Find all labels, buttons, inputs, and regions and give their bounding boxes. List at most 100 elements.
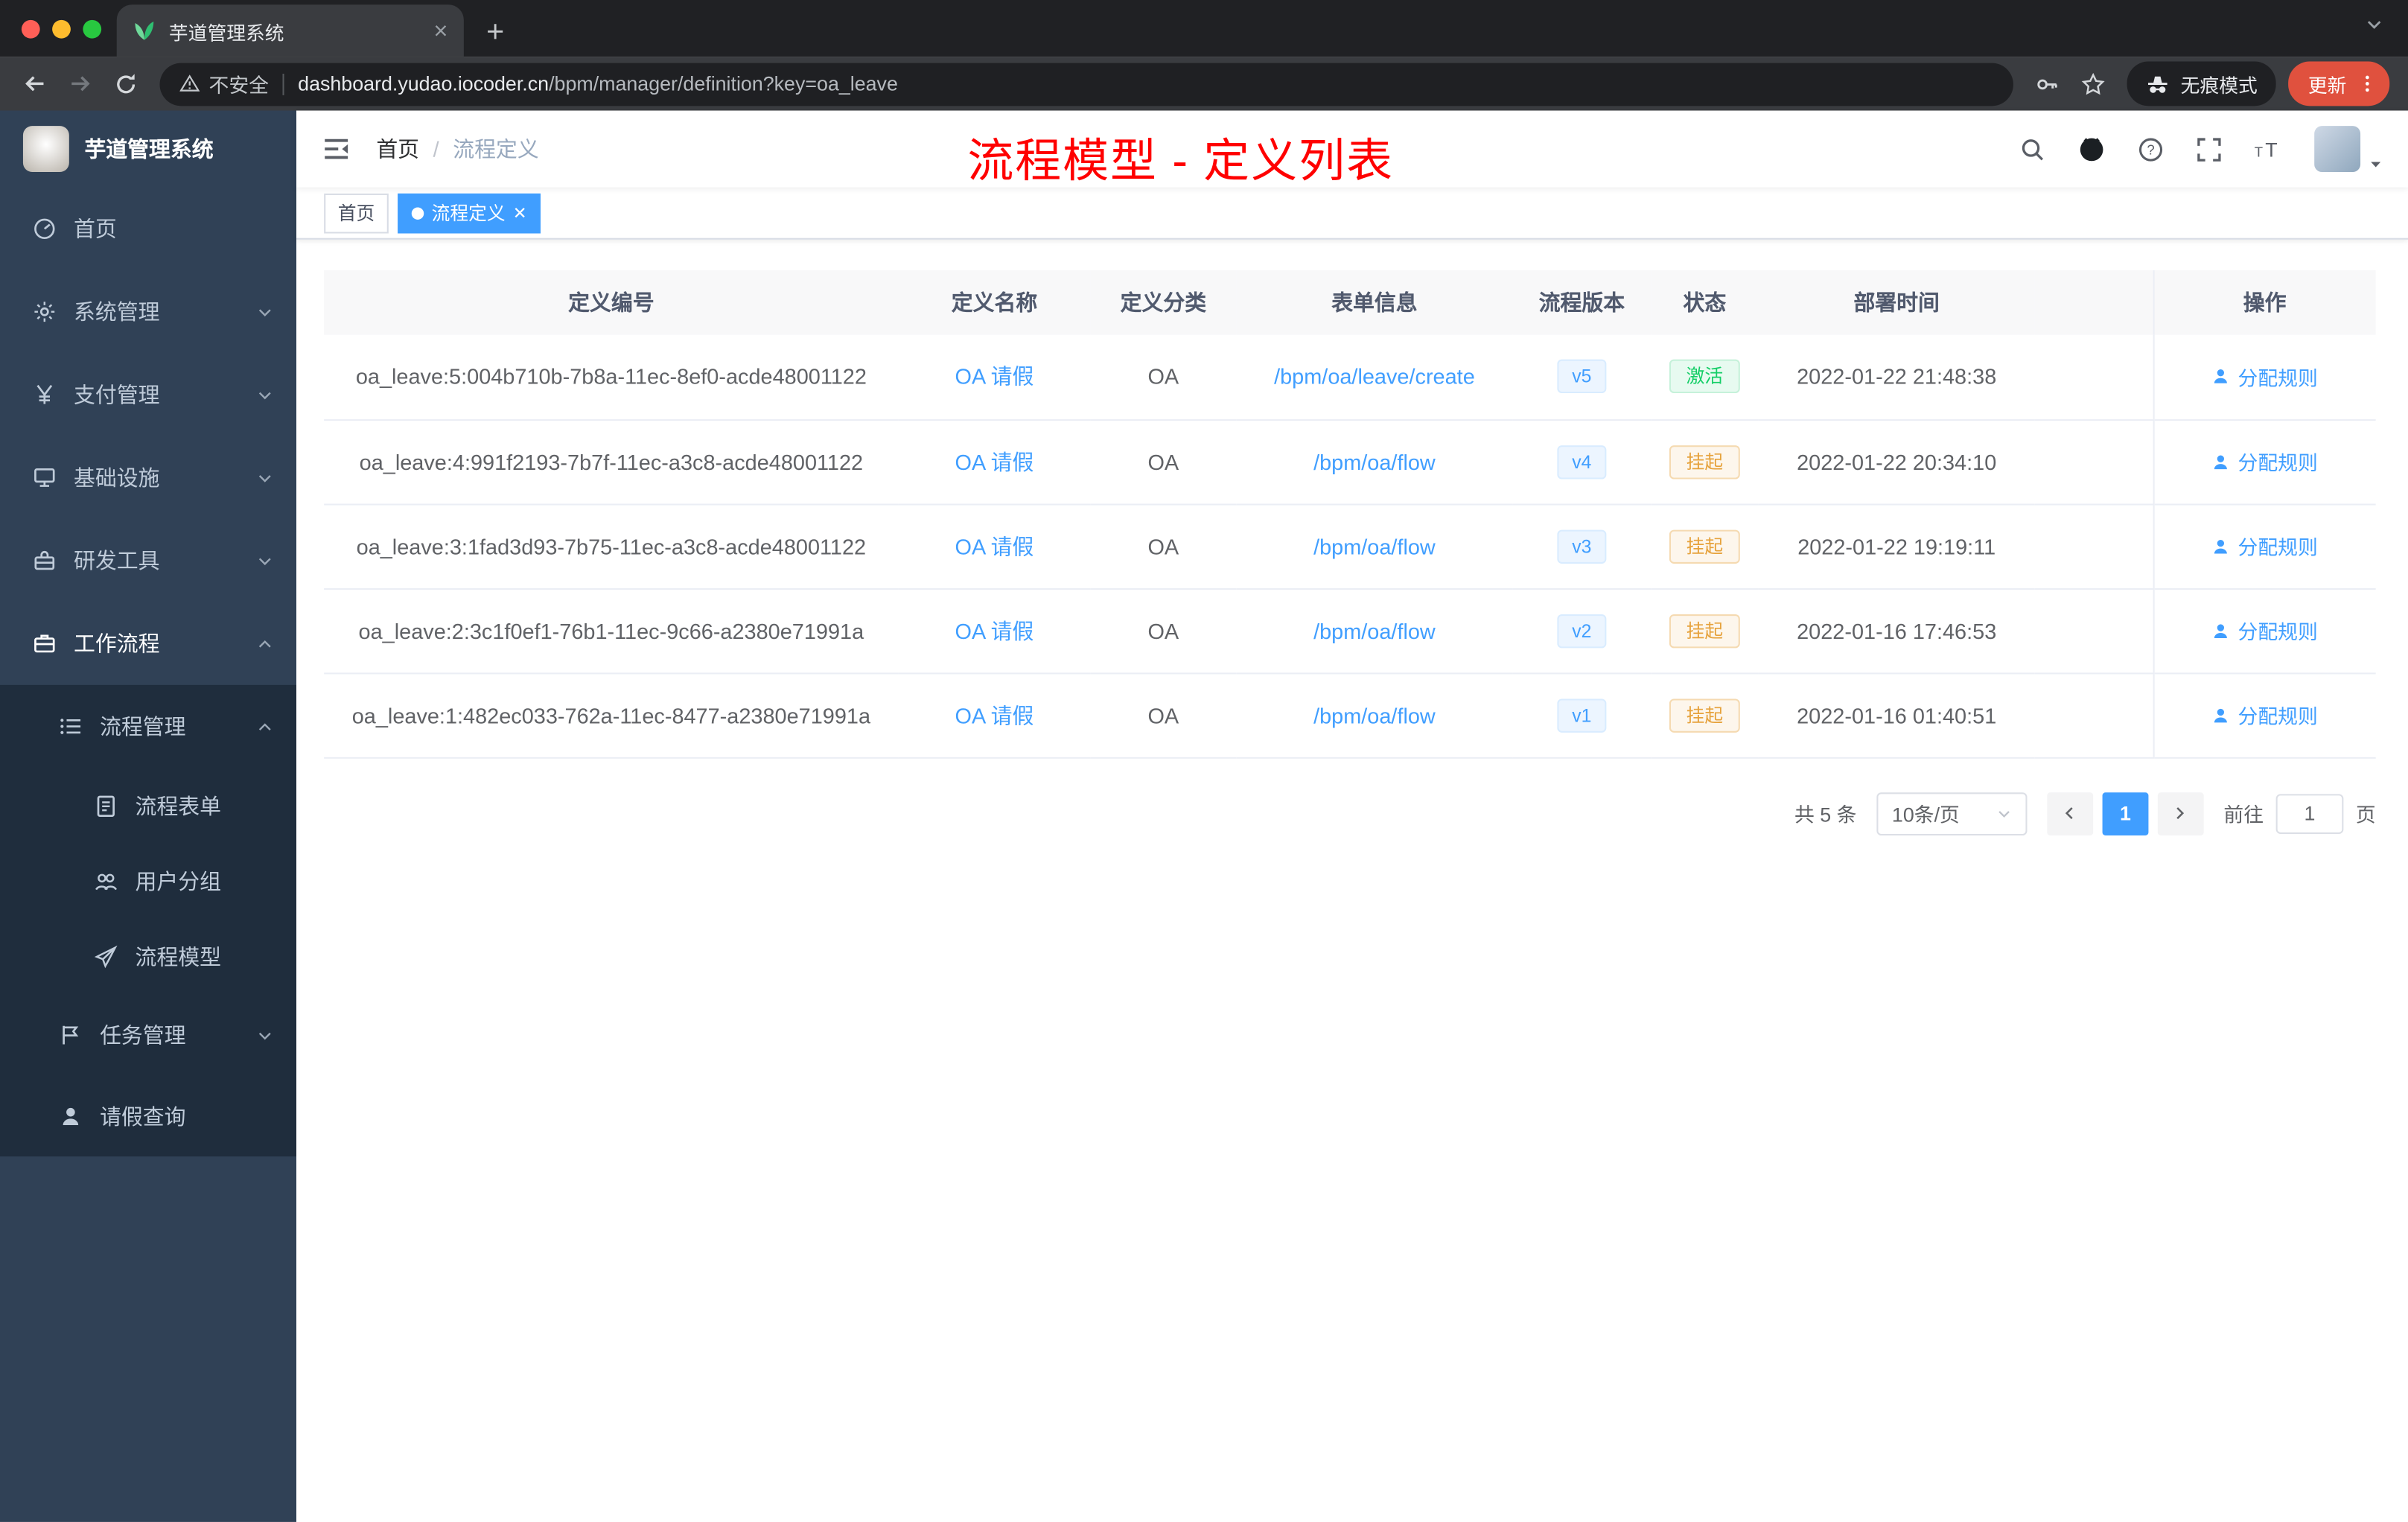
sidebar-item-workflow[interactable]: 工作流程 — [0, 602, 296, 685]
sidebar-item-process-management[interactable]: 流程管理 — [0, 685, 296, 768]
sidebar-item-label: 基础设施 — [74, 465, 160, 490]
person-icon — [2214, 538, 2228, 553]
bookmark-star-icon[interactable] — [2071, 63, 2115, 106]
cell-operations: 分配规则 — [2152, 672, 2376, 758]
avatar-dropdown[interactable] — [2314, 126, 2383, 172]
tag-label: 首页 — [337, 203, 375, 225]
sidebar-item-infrastructure[interactable]: 基础设施 — [0, 436, 296, 519]
sidebar-item-leave-query[interactable]: 请假查询 — [0, 1077, 296, 1156]
paper-plane-icon — [94, 944, 118, 968]
github-icon — [2080, 138, 2103, 162]
font-size-button[interactable]: T T — [2255, 136, 2282, 162]
table-row: oa_leave:1:482ec033-762a-11ec-8477-a2380… — [324, 672, 2376, 758]
sidebar-toggle-button[interactable] — [321, 133, 351, 164]
window-close-button[interactable] — [21, 19, 40, 39]
tag-process-definition[interactable]: 流程定义 — [398, 192, 541, 233]
cell-definition-id: oa_leave:5:004b710b-7b8a-11ec-8ef0-acde4… — [324, 334, 899, 421]
sidebar-item-system-management[interactable]: 系统管理 — [0, 270, 296, 353]
new-tab-button[interactable] — [473, 9, 516, 52]
definition-name-link[interactable]: OA 请假 — [955, 364, 1033, 389]
briefcase-icon — [34, 634, 55, 653]
forward-button[interactable] — [58, 63, 101, 106]
svg-text:T: T — [2265, 138, 2277, 160]
hamburger-icon — [325, 138, 348, 159]
definition-name-link[interactable]: OA 请假 — [955, 703, 1033, 727]
page-unit-label: 页 — [2355, 803, 2376, 827]
cell-status: 挂起 — [1651, 588, 1759, 674]
site-favicon — [135, 21, 154, 40]
assign-rule-link[interactable]: 分配规则 — [2211, 447, 2318, 476]
screen: 芋道管理系统 不安全 dashboard.yudao.iocoder.cn/bp… — [0, 0, 2408, 1522]
assign-rule-link[interactable]: 分配规则 — [2211, 532, 2318, 561]
next-page-button[interactable] — [2157, 792, 2204, 835]
window-zoom-button[interactable] — [83, 19, 102, 39]
sidebar-item-process-form[interactable]: 流程表单 — [0, 768, 296, 843]
sidebar-item-home[interactable]: 首页 — [0, 188, 296, 270]
version-badge: v1 — [1556, 698, 1608, 732]
cell-status: 挂起 — [1651, 672, 1759, 758]
breadcrumb: 首页 / 流程定义 — [376, 133, 538, 164]
cell-version: v2 — [1512, 588, 1651, 674]
tab-close-icon[interactable] — [433, 23, 449, 39]
chevron-left-icon — [2065, 807, 2074, 820]
security-indicator[interactable]: 不安全 — [179, 69, 269, 98]
window-controls — [21, 19, 102, 39]
sidebar-item-task-management[interactable]: 任务管理 — [0, 993, 296, 1076]
update-label: 更新 — [2307, 75, 2347, 97]
fullscreen-button[interactable] — [2196, 136, 2222, 162]
address-bar[interactable]: 不安全 dashboard.yudao.iocoder.cn/bpm/manag… — [159, 62, 2013, 106]
cell-definition-name: OA 请假 — [898, 503, 1091, 589]
form-info-link[interactable]: /bpm/oa/flow — [1313, 618, 1436, 643]
tab-search-button[interactable] — [2365, 14, 2383, 42]
app-logo-row[interactable]: 芋道管理系统 — [0, 111, 296, 188]
definition-name-link[interactable]: OA 请假 — [955, 618, 1033, 643]
reload-button[interactable] — [104, 63, 147, 106]
sidebar-item-payment-management[interactable]: 支付管理 — [0, 353, 296, 436]
prev-page-button[interactable] — [2047, 792, 2094, 835]
fullscreen-icon — [2197, 137, 2221, 161]
cell-deploy-time: 2022-01-22 20:34:10 — [1758, 419, 2035, 505]
form-info-link[interactable]: /bpm/oa/leave/create — [1274, 364, 1475, 389]
page-number-button[interactable]: 1 — [2102, 792, 2149, 835]
goto-page-input[interactable] — [2275, 793, 2344, 833]
more-vert-icon[interactable] — [2357, 74, 2377, 94]
sidebar-item-user-group[interactable]: 用户分组 — [0, 843, 296, 918]
form-info-link[interactable]: /bpm/oa/flow — [1313, 534, 1436, 558]
cell-definition-id: oa_leave:4:991f2193-7b7f-11ec-a3c8-acde4… — [324, 419, 899, 505]
search-button[interactable] — [2019, 136, 2045, 162]
password-key-icon[interactable] — [2025, 63, 2068, 106]
github-link[interactable] — [2078, 136, 2106, 163]
form-info-link[interactable]: /bpm/oa/flow — [1313, 703, 1436, 727]
version-badge: v2 — [1556, 613, 1608, 648]
form-info-link[interactable]: /bpm/oa/flow — [1313, 449, 1436, 474]
cell-definition-id: oa_leave:1:482ec033-762a-11ec-8477-a2380… — [324, 672, 899, 758]
cell-category: OA — [1090, 503, 1237, 589]
cell-filler — [2034, 672, 2153, 758]
col-definition-name: 定义名称 — [898, 270, 1091, 335]
sidebar-item-label: 流程模型 — [135, 943, 222, 969]
back-button[interactable] — [13, 63, 56, 106]
assign-rule-link[interactable]: 分配规则 — [2211, 362, 2318, 391]
cell-category: OA — [1090, 588, 1237, 674]
page-size-select[interactable]: 10条/页 — [1876, 792, 2028, 835]
assign-rule-link[interactable]: 分配规则 — [2211, 701, 2318, 730]
cell-definition-name: OA 请假 — [898, 588, 1091, 674]
tag-home[interactable]: 首页 — [324, 192, 389, 233]
window-minimize-button[interactable] — [52, 19, 71, 39]
update-button[interactable]: 更新 — [2288, 61, 2390, 106]
sidebar-item-process-model[interactable]: 流程模型 — [0, 918, 296, 993]
definition-name-link[interactable]: OA 请假 — [955, 534, 1033, 558]
incognito-label: 无痕模式 — [2180, 75, 2258, 97]
cell-deploy-time: 2022-01-16 17:46:53 — [1758, 588, 2035, 674]
sidebar-item-dev-tools[interactable]: 研发工具 — [0, 519, 296, 602]
breadcrumb-home[interactable]: 首页 — [376, 133, 419, 164]
assign-rule-link[interactable]: 分配规则 — [2211, 616, 2318, 645]
col-status: 状态 — [1651, 270, 1759, 335]
chevron-down-icon — [258, 391, 271, 399]
browser-tab[interactable]: 芋道管理系统 — [116, 4, 464, 57]
status-badge: 挂起 — [1669, 445, 1740, 479]
definition-name-link[interactable]: OA 请假 — [955, 449, 1033, 474]
cell-form-info: /bpm/oa/leave/create — [1236, 334, 1513, 421]
tag-close-icon[interactable] — [513, 206, 527, 220]
help-button[interactable]: ? — [2138, 136, 2164, 162]
